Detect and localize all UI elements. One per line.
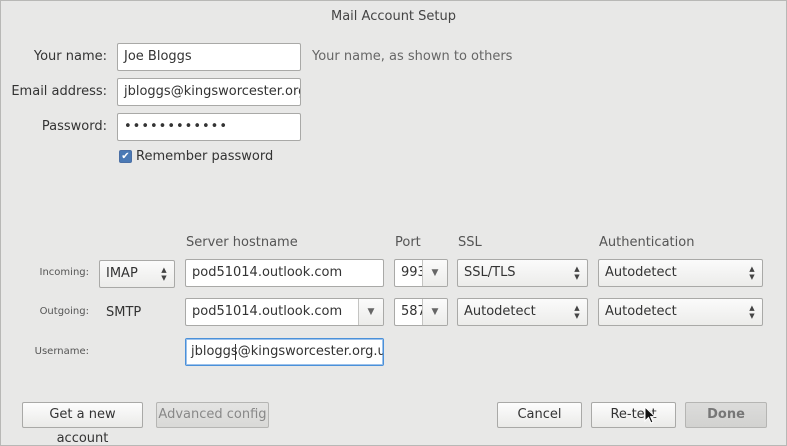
done-button[interactable]: Done (685, 402, 767, 428)
incoming-port-value[interactable]: 993 (395, 260, 422, 286)
name-field[interactable]: Joe Bloggs (117, 43, 301, 71)
cancel-button[interactable]: Cancel (497, 402, 582, 428)
incoming-ssl-select[interactable]: SSL/TLS ▲ ▼ (457, 259, 588, 287)
outgoing-protocol: SMTP (106, 305, 142, 320)
updown-arrows-icon: ▲ ▼ (161, 266, 167, 282)
email-label: Email address: (11, 84, 107, 99)
incoming-port-combo[interactable]: 993 ▼ (394, 259, 448, 287)
updown-arrows-icon: ▲ ▼ (749, 265, 755, 281)
col-header-port: Port (395, 235, 421, 250)
mouse-pointer-icon (644, 406, 656, 424)
mail-account-setup-window: Mail Account Setup Your name: Joe Bloggs… (0, 0, 787, 446)
outgoing-ssl-value: Autodetect (464, 304, 536, 319)
outgoing-label: Outgoing: (39, 306, 89, 317)
incoming-auth-select[interactable]: Autodetect ▲ ▼ (598, 259, 763, 287)
chevron-down-icon[interactable]: ▼ (358, 299, 383, 325)
updown-arrows-icon: ▲ ▼ (574, 265, 580, 281)
col-header-hostname: Server hostname (186, 235, 298, 250)
col-header-authentication: Authentication (599, 235, 695, 250)
window-title: Mail Account Setup (331, 9, 456, 24)
advanced-config-button[interactable]: Advanced config (156, 402, 269, 428)
incoming-protocol-value: IMAP (106, 266, 138, 281)
outgoing-hostname-combo[interactable]: pod51014.outlook.com ▼ (185, 298, 384, 326)
col-header-ssl: SSL (458, 235, 482, 250)
outgoing-port-combo[interactable]: 587 ▼ (394, 298, 448, 326)
username-label: Username: (34, 346, 89, 357)
incoming-ssl-value: SSL/TLS (464, 265, 516, 280)
chevron-down-icon[interactable]: ▼ (422, 260, 447, 286)
updown-arrows-icon: ▲ ▼ (749, 304, 755, 320)
outgoing-auth-select[interactable]: Autodetect ▲ ▼ (598, 298, 763, 326)
text-caret (235, 344, 236, 360)
incoming-hostname-field[interactable]: pod51014.outlook.com (185, 259, 384, 287)
remember-password-checkbox[interactable]: ✔ (119, 150, 132, 163)
email-field[interactable]: jbloggs@kingsworcester.org. (117, 78, 301, 106)
outgoing-hostname-value[interactable]: pod51014.outlook.com (186, 299, 358, 325)
remember-password-label[interactable]: Remember password (136, 149, 273, 164)
username-field[interactable]: jbloggs@kingsworcester.org.uk (185, 338, 384, 366)
name-hint: Your name, as shown to others (312, 49, 513, 64)
retest-button[interactable]: Re-test (591, 402, 676, 428)
updown-arrows-icon: ▲ ▼ (574, 304, 580, 320)
password-field[interactable]: •••••••••••• (117, 113, 301, 141)
incoming-protocol-select[interactable]: IMAP ▲ ▼ (99, 260, 175, 288)
name-label: Your name: (33, 49, 107, 64)
chevron-down-icon[interactable]: ▼ (422, 299, 447, 325)
password-label: Password: (41, 119, 107, 134)
outgoing-ssl-select[interactable]: Autodetect ▲ ▼ (457, 298, 588, 326)
incoming-label: Incoming: (39, 267, 89, 278)
incoming-auth-value: Autodetect (605, 265, 677, 280)
outgoing-port-value[interactable]: 587 (395, 299, 422, 325)
checkmark-icon: ✔ (121, 151, 130, 162)
outgoing-auth-value: Autodetect (605, 304, 677, 319)
get-new-account-button[interactable]: Get a new account (22, 402, 143, 446)
